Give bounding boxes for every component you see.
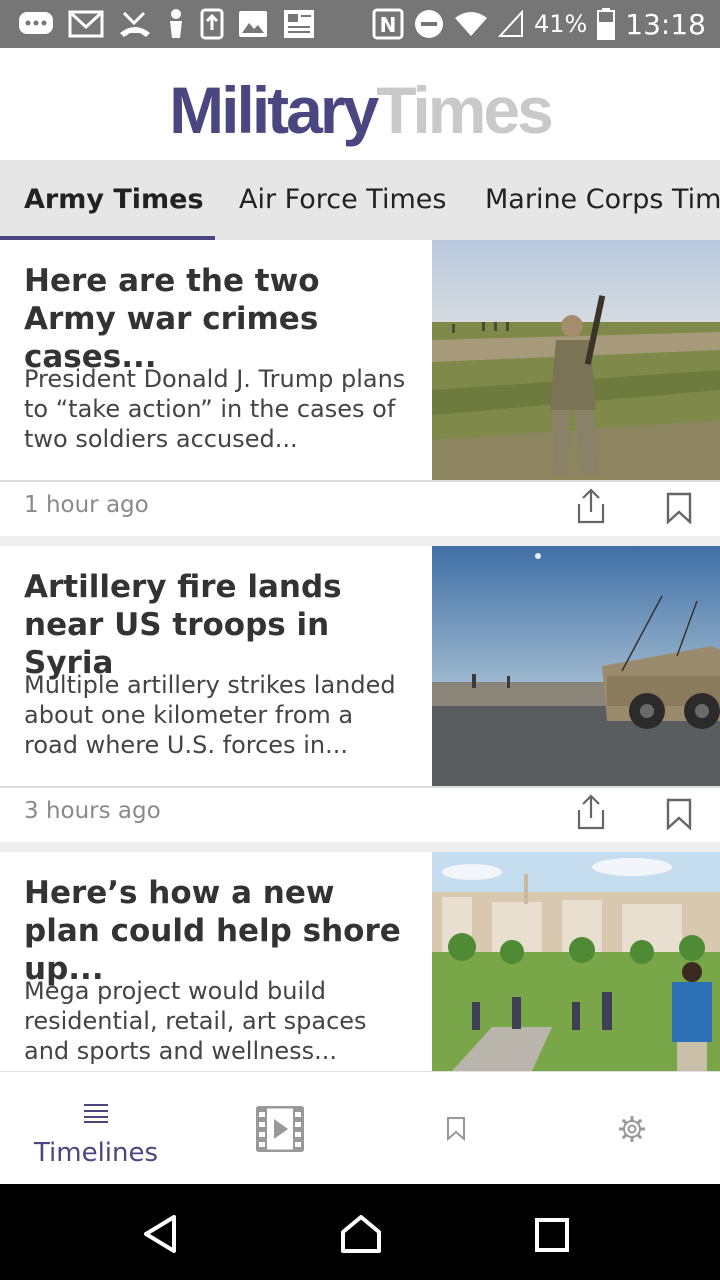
- article-summary: Multiple artillery strikes landed about …: [24, 671, 396, 759]
- share-icon[interactable]: [575, 488, 607, 524]
- article-time: 3 hours ago: [24, 798, 161, 824]
- bookmark-icon: [447, 1117, 465, 1141]
- tab-air-force-times[interactable]: Air Force Times: [239, 160, 446, 240]
- accessibility-icon: [170, 9, 182, 38]
- clock: 13:18: [625, 7, 706, 41]
- nav-video[interactable]: [190, 1072, 370, 1185]
- nav-timelines-label: Timelines: [33, 1138, 159, 1168]
- gear-icon: [619, 1116, 645, 1142]
- logo-part-military: Military: [169, 73, 379, 147]
- home-icon[interactable]: [339, 1214, 383, 1254]
- signal-icon: [497, 10, 523, 37]
- logo: MilitaryTimes: [0, 74, 720, 146]
- status-bar: N 41% 13:18: [0, 0, 720, 48]
- wifi-icon: [454, 12, 487, 36]
- divider: [0, 786, 720, 788]
- timelines-icon: [84, 1104, 108, 1123]
- video-icon: [256, 1106, 304, 1152]
- app-header: MilitaryTimes: [0, 48, 720, 160]
- article-summary: Mega project would build residential, re…: [24, 977, 367, 1065]
- share-icon[interactable]: [575, 794, 607, 830]
- bookmark-icon[interactable]: [665, 492, 693, 524]
- article-image[interactable]: [432, 546, 720, 786]
- logo-part-times: Times: [376, 73, 554, 147]
- article-card[interactable]: Artillery fire lands near US troops in S…: [0, 546, 720, 842]
- article-card[interactable]: Here are the two Army war crimes cases..…: [0, 240, 720, 536]
- svg-text:N: N: [380, 13, 397, 37]
- article-image[interactable]: [432, 240, 720, 480]
- notification-icons: [18, 6, 316, 42]
- article-title[interactable]: Here are the two Army war crimes cases..…: [24, 262, 414, 376]
- do-not-disturb-icon: [414, 10, 443, 38]
- nav-bookmarks[interactable]: [366, 1072, 546, 1185]
- nav-timelines[interactable]: Timelines: [0, 1072, 180, 1185]
- tab-army-times[interactable]: Army Times: [24, 160, 204, 240]
- bottom-navigation: Timelines: [0, 1071, 720, 1184]
- bookmark-icon[interactable]: [665, 798, 693, 830]
- battery-percent: 41%: [533, 10, 588, 38]
- nav-settings[interactable]: [540, 1072, 720, 1185]
- tab-marine-corps-times[interactable]: Marine Corps Times: [485, 160, 720, 240]
- gmail-icon: [68, 10, 104, 38]
- news-icon: [284, 10, 314, 38]
- chat-icon: [19, 12, 53, 34]
- back-icon[interactable]: [140, 1214, 180, 1254]
- article-card[interactable]: Here’s how a new plan could help shore u…: [0, 852, 720, 1071]
- nfc-icon: N: [372, 8, 404, 40]
- recents-icon[interactable]: [535, 1218, 569, 1252]
- article-image[interactable]: [432, 852, 720, 1071]
- article-title[interactable]: Artillery fire lands near US troops in S…: [24, 568, 414, 682]
- divider: [0, 480, 720, 482]
- system-navigation-bar: [0, 1184, 720, 1280]
- article-time: 1 hour ago: [24, 492, 149, 518]
- section-tabs: Army Times Air Force Times Marine Corps …: [0, 160, 720, 240]
- battery-icon: [597, 8, 616, 40]
- missed-call-icon: [120, 11, 150, 37]
- article-title[interactable]: Here’s how a new plan could help shore u…: [24, 874, 414, 988]
- system-status: N 41% 13:18: [372, 0, 706, 48]
- article-summary: President Donald J. Trump plans to “take…: [24, 365, 406, 453]
- image-icon: [239, 11, 267, 37]
- upload-icon: [200, 8, 224, 40]
